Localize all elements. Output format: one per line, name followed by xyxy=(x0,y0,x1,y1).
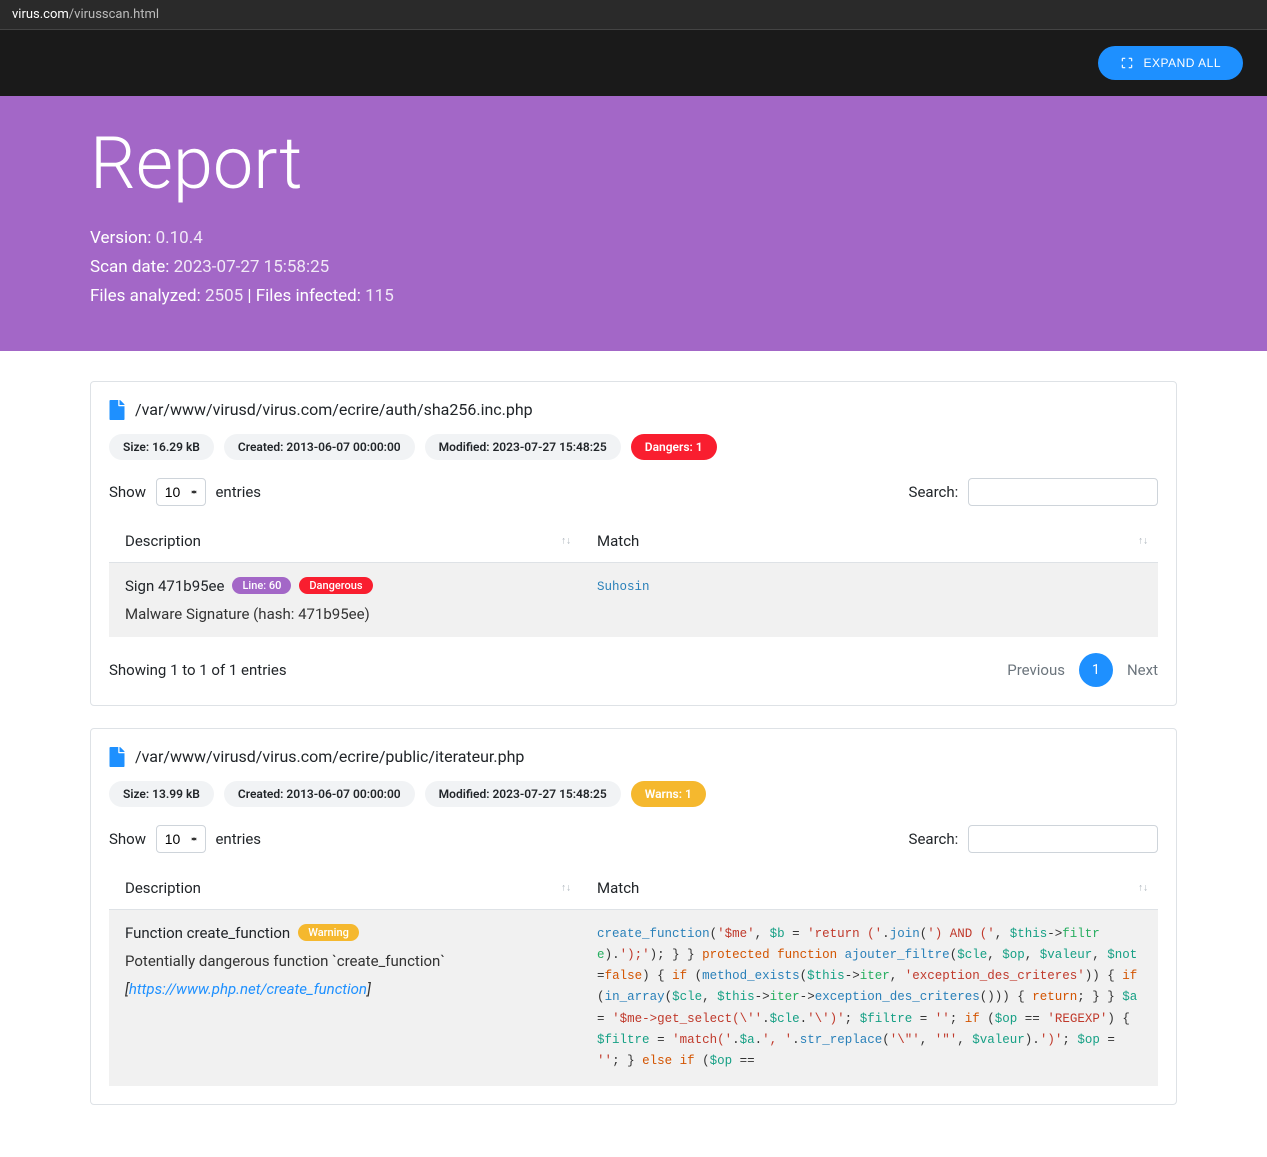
report-header: Report Version: 0.10.4 Scan date: 2023-0… xyxy=(0,96,1267,351)
next-button[interactable]: Next xyxy=(1127,661,1158,679)
search-label: Search: xyxy=(909,483,959,501)
file-card: /var/www/virusd/virus.com/ecrire/auth/sh… xyxy=(90,381,1177,706)
severity-pill: Warning xyxy=(298,924,359,941)
table-row: Function create_function Warning Potenti… xyxy=(109,909,1158,1086)
results-table: Description↑↓ Match↑↓ Sign 471b95ee Line… xyxy=(109,520,1158,637)
created-badge: Created: 2013-06-07 00:00:00 xyxy=(224,434,415,460)
table-row: Sign 471b95ee Line: 60 Dangerous Malware… xyxy=(109,562,1158,637)
size-badge: Size: 16.29 kB xyxy=(109,434,214,460)
match-header[interactable]: Match↑↓ xyxy=(581,867,1158,910)
results-table: Description↑↓ Match↑↓ Function create_fu… xyxy=(109,867,1158,1087)
version-label: Version: xyxy=(90,228,151,248)
modified-badge: Modified: 2023-07-27 15:48:25 xyxy=(425,434,621,460)
sort-icon: ↑↓ xyxy=(561,535,571,546)
signature-link-wrap: [https://www.php.net/create_function] xyxy=(125,980,565,998)
reference-link[interactable]: https://www.php.net/create_function xyxy=(129,980,367,998)
sort-icon: ↑↓ xyxy=(561,882,571,893)
line-pill: Line: 60 xyxy=(232,577,291,594)
previous-button[interactable]: Previous xyxy=(1007,661,1065,679)
report-meta: Version: 0.10.4 Scan date: 2023-07-27 15… xyxy=(90,224,1177,311)
pagination: Previous 1 Next xyxy=(1007,653,1158,687)
url-bar: virus.com/virusscan.html xyxy=(0,0,1267,30)
signature-sub: Potentially dangerous function `create_f… xyxy=(125,952,565,970)
version-value: 0.10.4 xyxy=(156,228,203,248)
match-header[interactable]: Match↑↓ xyxy=(581,520,1158,563)
sort-icon: ↑↓ xyxy=(1138,535,1148,546)
show-label: Show xyxy=(109,483,146,501)
file-icon xyxy=(109,400,125,420)
warn-badge: Warns: 1 xyxy=(631,781,706,807)
infected-label: Files infected: xyxy=(256,286,361,306)
report-content: /var/www/virusd/virus.com/ecrire/auth/sh… xyxy=(0,351,1267,1157)
entries-select[interactable]: 10 xyxy=(156,478,206,506)
expand-all-button[interactable]: EXPAND ALL xyxy=(1098,46,1243,80)
signature-title: Sign 471b95ee xyxy=(125,577,224,595)
entries-select[interactable]: 10 xyxy=(156,825,206,853)
size-badge: Size: 13.99 kB xyxy=(109,781,214,807)
description-header[interactable]: Description↑↓ xyxy=(109,520,581,563)
show-label: Show xyxy=(109,830,146,848)
severity-pill: Dangerous xyxy=(299,577,372,594)
analyzed-value: 2505 xyxy=(205,286,243,306)
search-label: Search: xyxy=(909,830,959,848)
file-path: /var/www/virusd/virus.com/ecrire/public/… xyxy=(135,747,524,766)
page-title: Report xyxy=(90,121,1177,206)
scandate-label: Scan date: xyxy=(90,257,169,277)
created-badge: Created: 2013-06-07 00:00:00 xyxy=(224,781,415,807)
entries-label: entries xyxy=(215,483,261,501)
url-domain: virus.com xyxy=(12,7,69,22)
description-header[interactable]: Description↑↓ xyxy=(109,867,581,910)
file-card: /var/www/virusd/virus.com/ecrire/public/… xyxy=(90,728,1177,1106)
url-path: /virusscan.html xyxy=(69,7,159,22)
toolbar: EXPAND ALL xyxy=(0,30,1267,96)
page-current[interactable]: 1 xyxy=(1079,653,1113,687)
expand-label: EXPAND ALL xyxy=(1144,56,1221,70)
modified-badge: Modified: 2023-07-27 15:48:25 xyxy=(425,781,621,807)
danger-badge: Dangers: 1 xyxy=(631,434,717,460)
meta-separator: | xyxy=(243,286,256,306)
signature-title: Function create_function xyxy=(125,924,290,942)
search-input[interactable] xyxy=(968,478,1158,506)
entries-label: entries xyxy=(215,830,261,848)
expand-icon xyxy=(1120,56,1134,70)
scandate-value: 2023-07-27 15:58:25 xyxy=(174,257,330,277)
search-input[interactable] xyxy=(968,825,1158,853)
sort-icon: ↑↓ xyxy=(1138,882,1148,893)
file-icon xyxy=(109,747,125,767)
showing-text: Showing 1 to 1 of 1 entries xyxy=(109,661,287,679)
match-text: Suhosin xyxy=(597,580,650,594)
file-path: /var/www/virusd/virus.com/ecrire/auth/sh… xyxy=(135,400,533,419)
signature-sub: Malware Signature (hash: 471b95ee) xyxy=(125,605,565,623)
match-code: create_function('$me', $b = 'return ('.j… xyxy=(597,924,1142,1073)
infected-value: 115 xyxy=(365,286,394,306)
analyzed-label: Files analyzed: xyxy=(90,286,201,306)
